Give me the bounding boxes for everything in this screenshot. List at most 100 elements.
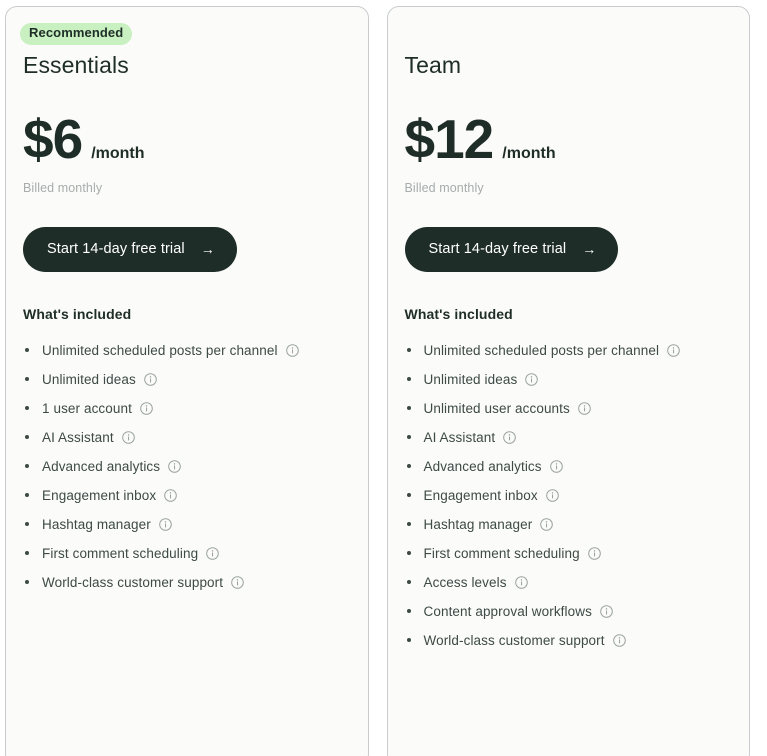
- start-free-trial-button[interactable]: Start 14-day free trial →: [404, 226, 619, 272]
- feature-item: Hashtag manager: [406, 510, 736, 539]
- bullet-icon: [25, 406, 29, 411]
- feature-item: Advanced analytics: [25, 452, 354, 481]
- arrow-right-icon: →: [582, 240, 597, 257]
- whats-included-heading: What's included: [23, 305, 132, 322]
- feature-item: First comment scheduling: [25, 539, 354, 568]
- feature-item: Content approval workflows: [406, 597, 736, 626]
- plan-price-amount: $12: [404, 107, 495, 170]
- bullet-icon: [406, 406, 411, 411]
- feature-item: Unlimited user accounts: [406, 394, 736, 423]
- feature-item: Engagement inbox: [406, 481, 736, 510]
- info-circle-icon[interactable]: [143, 372, 157, 386]
- plan-card-essentials: Recommended Essentials $6 /month Billed …: [5, 6, 369, 756]
- cta-label: Start 14-day free trial: [428, 240, 567, 257]
- bullet-icon: [406, 348, 411, 353]
- info-circle-icon[interactable]: [540, 517, 554, 531]
- feature-label: Hashtag manager: [423, 516, 533, 532]
- recommended-badge: Recommended: [20, 23, 133, 45]
- feature-label: World-class customer support: [423, 632, 605, 648]
- bullet-icon: [25, 551, 29, 556]
- recommended-badge-row: [402, 23, 736, 45]
- info-circle-icon[interactable]: [587, 546, 601, 560]
- bullet-icon: [25, 580, 29, 585]
- info-circle-icon[interactable]: [667, 343, 680, 357]
- feature-label: Unlimited user accounts: [423, 400, 570, 416]
- bullet-icon: [25, 522, 29, 527]
- feature-list: Unlimited scheduled posts per channel Unl…: [20, 336, 354, 597]
- bullet-icon: [406, 522, 411, 527]
- info-circle-icon[interactable]: [121, 430, 135, 444]
- recommended-badge-row: Recommended: [20, 23, 354, 45]
- bullet-icon: [406, 464, 411, 469]
- feature-label: Unlimited scheduled posts per channel: [423, 342, 660, 358]
- info-circle-icon[interactable]: [168, 459, 181, 473]
- info-circle-icon[interactable]: [206, 546, 220, 560]
- plan-price-period: /month: [502, 144, 556, 162]
- feature-item: First comment scheduling: [406, 539, 736, 568]
- start-free-trial-button[interactable]: Start 14-day free trial →: [23, 226, 237, 272]
- feature-item: Unlimited ideas: [25, 365, 354, 394]
- plan-price-amount: $6: [23, 107, 83, 170]
- info-circle-icon[interactable]: [159, 517, 172, 531]
- bullet-icon: [406, 580, 411, 585]
- bullet-icon: [406, 493, 411, 498]
- feature-item: AI Assistant: [406, 423, 736, 452]
- plan-price-row: $12 /month: [404, 107, 736, 170]
- plan-price-row: $6 /month: [23, 107, 354, 170]
- plan-name: Essentials: [23, 52, 129, 78]
- billing-note: Billed monthly: [23, 180, 103, 195]
- info-circle-icon[interactable]: [578, 401, 591, 415]
- feature-label: Hashtag manager: [42, 516, 151, 532]
- feature-item: Engagement inbox: [25, 481, 354, 510]
- info-circle-icon[interactable]: [140, 401, 153, 415]
- feature-item: 1 user account: [25, 394, 354, 423]
- feature-label: AI Assistant: [423, 429, 496, 445]
- feature-label: Access levels: [423, 574, 507, 590]
- feature-label: First comment scheduling: [423, 545, 580, 561]
- feature-label: AI Assistant: [42, 429, 114, 445]
- feature-label: Advanced analytics: [42, 458, 161, 474]
- feature-item: AI Assistant: [25, 423, 354, 452]
- feature-label: Unlimited ideas: [42, 371, 136, 387]
- info-circle-icon[interactable]: [600, 604, 613, 618]
- info-circle-icon[interactable]: [164, 488, 177, 502]
- info-circle-icon[interactable]: [514, 575, 528, 589]
- info-circle-icon[interactable]: [612, 633, 626, 647]
- feature-item: Advanced analytics: [406, 452, 736, 481]
- feature-label: Unlimited ideas: [423, 371, 518, 387]
- feature-item: Unlimited scheduled posts per channel: [406, 336, 736, 365]
- plan-price-period: /month: [91, 144, 145, 162]
- feature-label: Unlimited scheduled posts per channel: [42, 342, 278, 358]
- info-circle-icon[interactable]: [231, 575, 244, 589]
- feature-item: Access levels: [406, 568, 736, 597]
- plan-name: Team: [404, 52, 462, 78]
- info-circle-icon[interactable]: [545, 488, 559, 502]
- whats-included-heading: What's included: [404, 305, 513, 322]
- billing-note: Billed monthly: [404, 180, 484, 195]
- feature-label: Engagement inbox: [423, 487, 538, 503]
- bullet-icon: [406, 551, 411, 556]
- arrow-right-icon: →: [200, 240, 215, 257]
- bullet-icon: [25, 435, 29, 440]
- pricing-plans-container: Recommended Essentials $6 /month Billed …: [0, 0, 767, 756]
- bullet-icon: [406, 377, 411, 382]
- plan-card-team: Team $12 /month Billed monthly Start 14-…: [386, 6, 750, 756]
- feature-label: Advanced analytics: [423, 458, 542, 474]
- info-circle-icon[interactable]: [549, 459, 563, 473]
- bullet-icon: [406, 609, 411, 614]
- info-circle-icon[interactable]: [503, 430, 517, 444]
- bullet-icon: [25, 464, 29, 469]
- feature-label: First comment scheduling: [42, 545, 199, 561]
- bullet-icon: [25, 348, 29, 353]
- feature-label: 1 user account: [42, 400, 132, 416]
- feature-item: Hashtag manager: [25, 510, 354, 539]
- feature-label: World-class customer support: [42, 574, 224, 590]
- feature-item: Unlimited ideas: [406, 365, 736, 394]
- feature-label: Engagement inbox: [42, 487, 157, 503]
- info-circle-icon[interactable]: [525, 372, 539, 386]
- feature-label: Content approval workflows: [423, 603, 592, 619]
- bullet-icon: [406, 435, 411, 440]
- cta-label: Start 14-day free trial: [47, 240, 185, 257]
- info-circle-icon[interactable]: [285, 343, 299, 357]
- feature-item: Unlimited scheduled posts per channel: [25, 336, 354, 365]
